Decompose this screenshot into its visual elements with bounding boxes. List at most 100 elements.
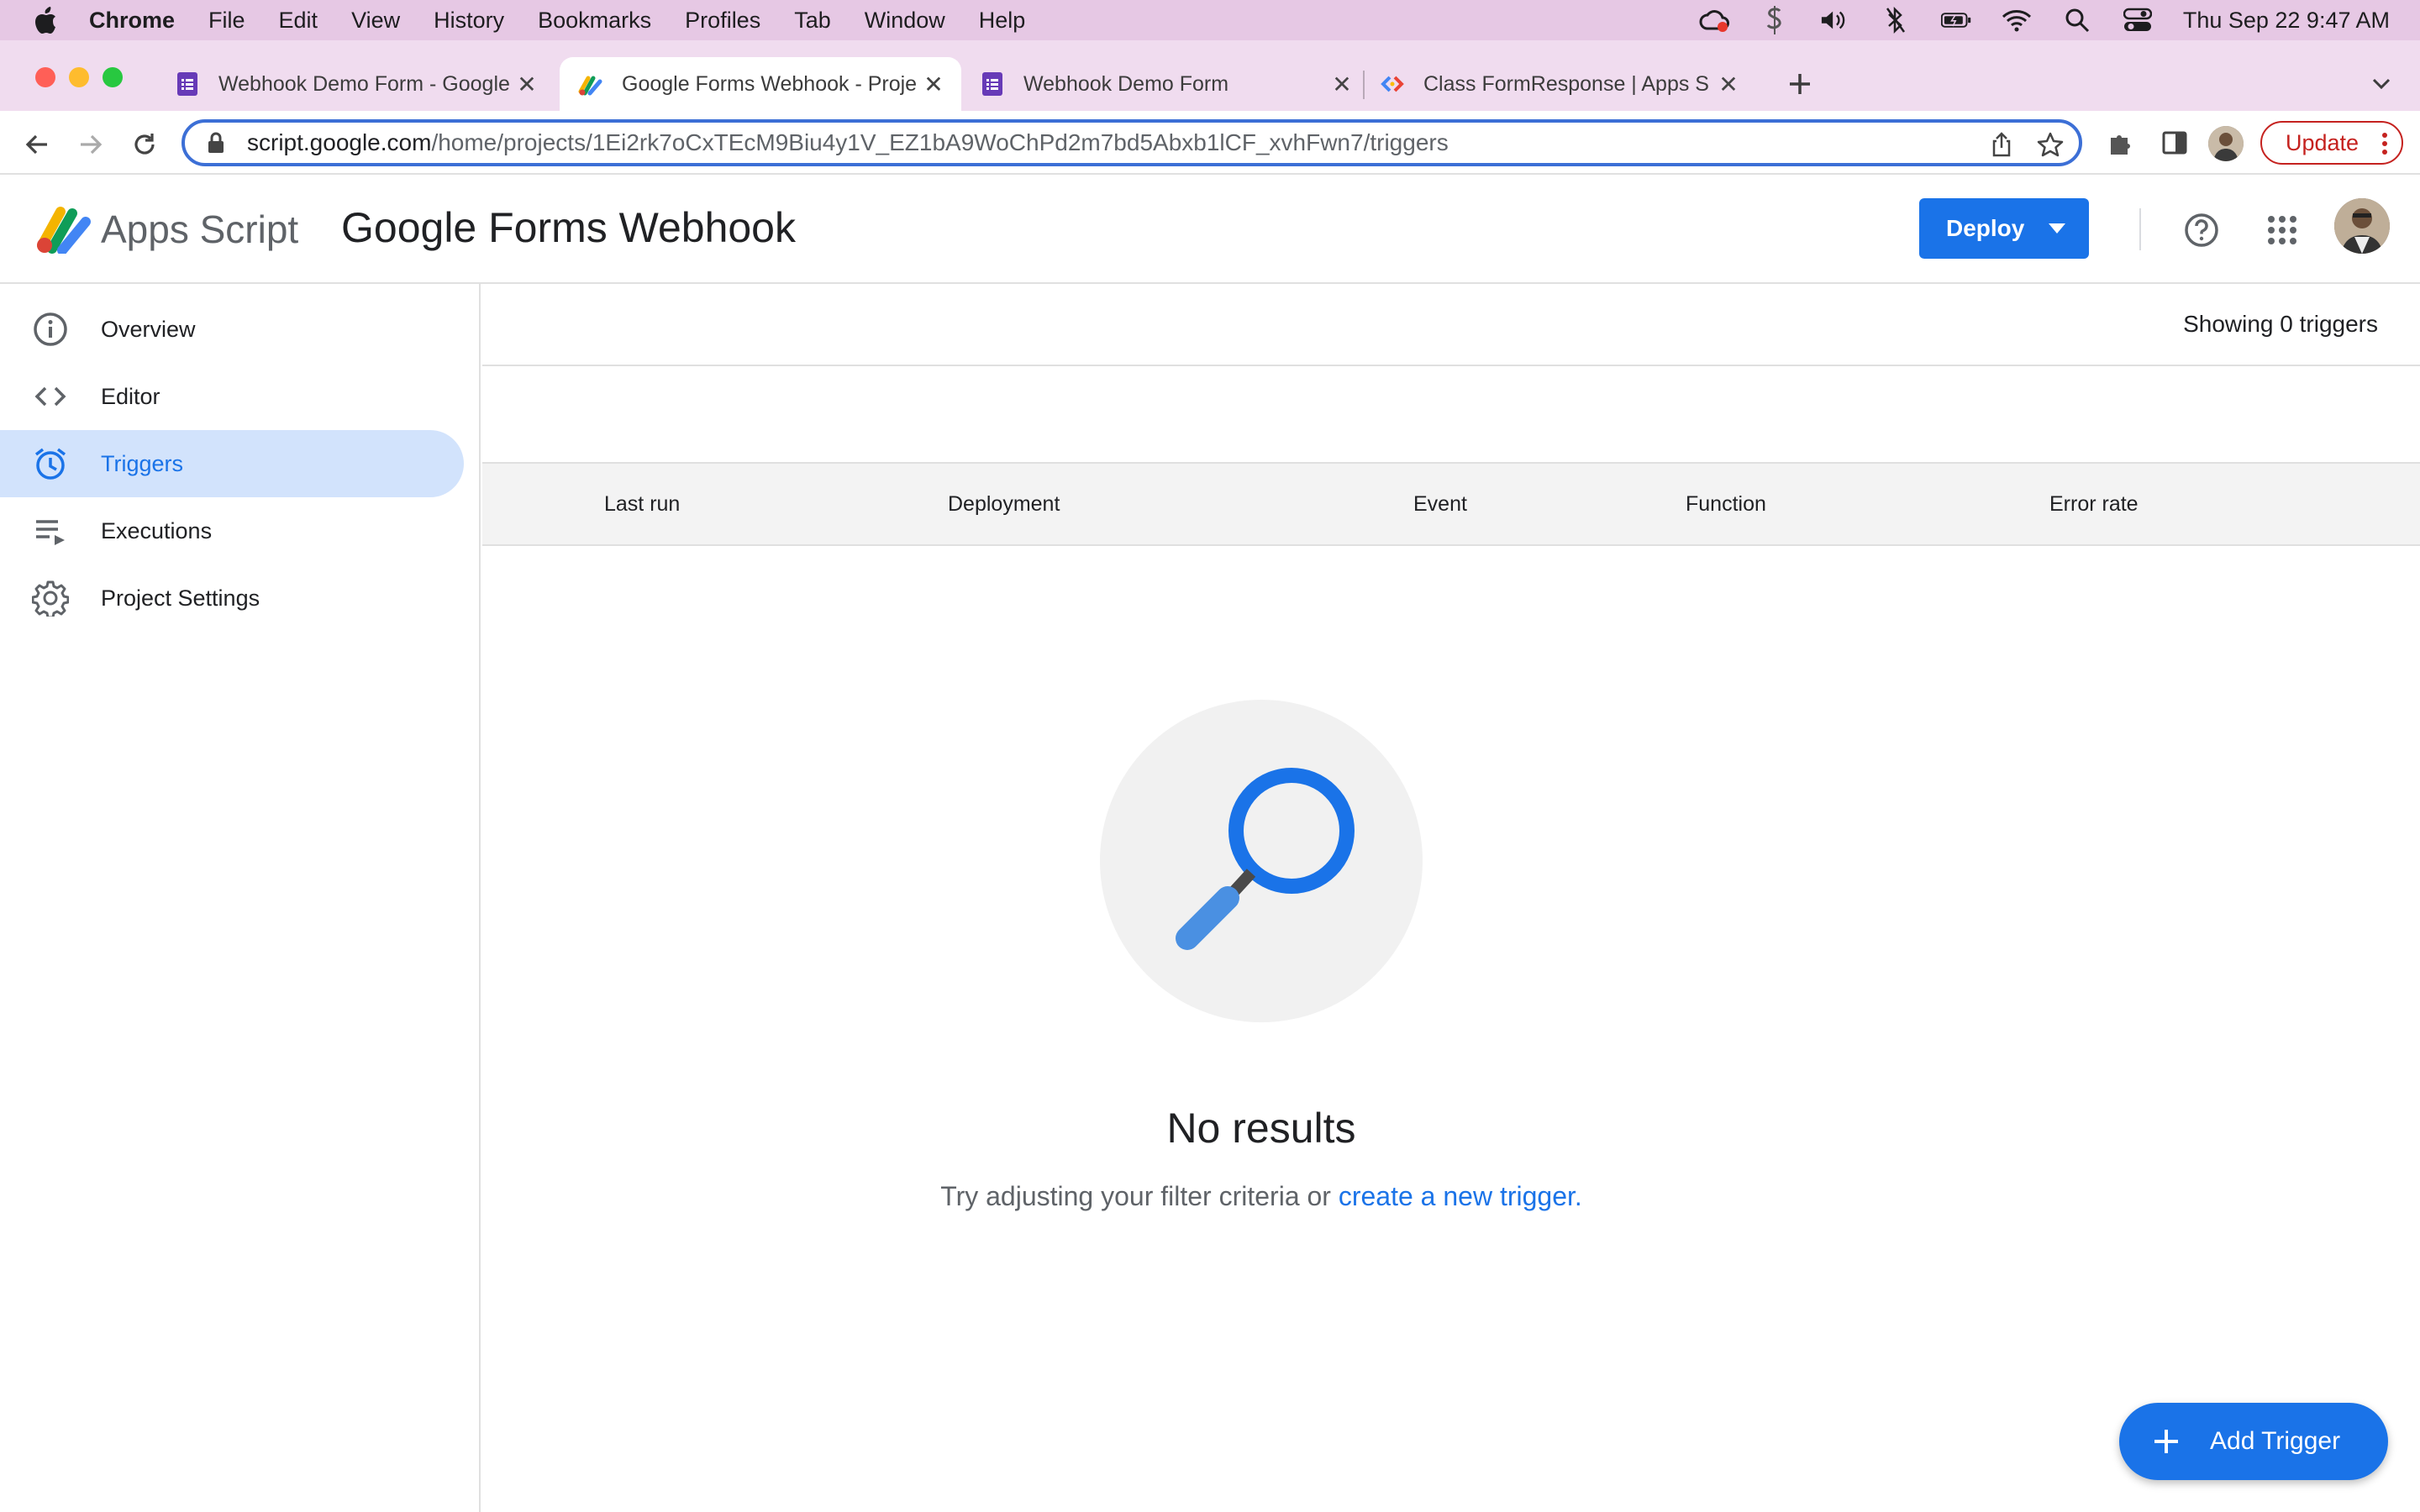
- deploy-button[interactable]: Deploy: [1919, 198, 2089, 259]
- triggers-table-header: Last run Deployment Event Function Error…: [482, 462, 2420, 546]
- extensions-puzzle-icon[interactable]: [2106, 128, 2136, 158]
- apple-icon[interactable]: [32, 7, 59, 34]
- bookmark-star-icon[interactable]: [2037, 131, 2064, 158]
- app-header: Apps Script Google Forms Webhook Deploy: [0, 175, 2420, 284]
- deploy-label: Deploy: [1946, 215, 2025, 241]
- column-header-last-run[interactable]: Last run: [604, 492, 680, 517]
- trigger-count: Showing 0 triggers: [2183, 311, 2378, 337]
- browser-tab-class-formresponse[interactable]: Class FormResponse | Apps S ✕: [1361, 57, 1756, 111]
- window-minimize-button[interactable]: [69, 67, 89, 87]
- spotlight-search-icon[interactable]: [2062, 8, 2092, 33]
- sidebar-nav: Overview Editor Triggers Executions Proj…: [0, 284, 481, 1512]
- tab-search-chevron-icon[interactable]: [2365, 69, 2398, 99]
- chrome-update-button[interactable]: Update: [2260, 121, 2403, 165]
- window-zoom-button[interactable]: [103, 67, 123, 87]
- dropdown-caret-icon[interactable]: [2049, 223, 2065, 234]
- add-trigger-button[interactable]: Add Trigger: [2119, 1403, 2388, 1480]
- reload-icon[interactable]: [128, 128, 161, 161]
- browser-tab-webhook-demo-form[interactable]: Webhook Demo Form ✕: [958, 57, 1370, 111]
- gear-icon: [32, 580, 69, 617]
- browser-tab-google-forms-webhook[interactable]: Google Forms Webhook - Proje ✕: [560, 57, 961, 111]
- back-arrow-icon[interactable]: [20, 128, 54, 161]
- volume-icon[interactable]: [1820, 8, 1850, 33]
- menu-view[interactable]: View: [351, 8, 400, 34]
- menu-history[interactable]: History: [434, 8, 504, 34]
- menu-profiles[interactable]: Profiles: [685, 8, 760, 34]
- google-apps-grid-icon[interactable]: [2264, 212, 2301, 249]
- info-icon: [32, 311, 69, 348]
- project-title[interactable]: Google Forms Webhook: [341, 203, 796, 252]
- menu-edit[interactable]: Edit: [279, 8, 318, 34]
- sidebar-item-project-settings[interactable]: Project Settings: [0, 564, 464, 632]
- forward-arrow-icon[interactable]: [74, 128, 108, 161]
- more-vert-icon[interactable]: [2381, 131, 2388, 162]
- sidebar-item-triggers[interactable]: Triggers: [0, 430, 464, 497]
- window-close-button[interactable]: [35, 67, 55, 87]
- side-panel-icon[interactable]: [2160, 128, 2190, 158]
- forms-icon: [980, 71, 1005, 97]
- google-developers-icon: [1380, 71, 1405, 97]
- tab-title: Class FormResponse | Apps S: [1423, 71, 1709, 96]
- update-label: Update: [2286, 129, 2360, 155]
- url-text[interactable]: script.google.com/home/projects/1Ei2rk7o…: [247, 129, 1449, 156]
- sidebar-item-executions[interactable]: Executions: [0, 497, 464, 564]
- menu-bookmarks[interactable]: Bookmarks: [538, 8, 651, 34]
- column-header-function[interactable]: Function: [1686, 492, 1766, 517]
- menu-file[interactable]: File: [208, 8, 245, 34]
- close-tab-icon[interactable]: ✕: [1716, 71, 1741, 97]
- sidebar-item-editor[interactable]: Editor: [0, 363, 464, 430]
- column-header-deployment[interactable]: Deployment: [948, 492, 1060, 517]
- apps-script-icon: [578, 71, 603, 97]
- lock-icon[interactable]: [203, 130, 229, 155]
- close-tab-icon[interactable]: ✕: [921, 71, 946, 97]
- tab-title: Webhook Demo Form - Google: [218, 71, 510, 96]
- code-icon: [32, 378, 69, 415]
- app-name[interactable]: Apps Script: [101, 207, 298, 252]
- empty-state-title: No results: [1166, 1105, 1356, 1152]
- menu-help[interactable]: Help: [979, 8, 1026, 34]
- apps-script-logo-icon[interactable]: [35, 203, 92, 255]
- empty-state-illustration: [1100, 700, 1423, 1022]
- sidebar-item-overview[interactable]: Overview: [0, 296, 464, 363]
- account-avatar[interactable]: [2334, 198, 2390, 254]
- close-tab-icon[interactable]: ✕: [1329, 71, 1355, 97]
- tab-title: Webhook Demo Form: [1023, 71, 1229, 96]
- script-s-icon[interactable]: [1760, 6, 1790, 34]
- address-bar[interactable]: script.google.com/home/projects/1Ei2rk7o…: [182, 119, 2082, 166]
- add-trigger-label: Add Trigger: [2210, 1427, 2341, 1455]
- playlist-play-icon: [32, 512, 69, 549]
- triggers-panel: Showing 0 triggers Last run Deployment E…: [482, 284, 2420, 1512]
- sidebar-item-label: Project Settings: [101, 585, 260, 611]
- new-tab-button[interactable]: [1781, 66, 1818, 102]
- tab-title: Google Forms Webhook - Proje: [622, 71, 918, 96]
- url-path: /home/projects/1Ei2rk7oCxTEcM9Biu4y1V_EZ…: [431, 129, 1449, 155]
- control-center-icon[interactable]: [2123, 8, 2153, 33]
- menubar-clock[interactable]: Thu Sep 22 9:47 AM: [2183, 8, 2390, 34]
- header-divider: [2139, 208, 2141, 250]
- browser-toolbar: script.google.com/home/projects/1Ei2rk7o…: [0, 111, 2420, 175]
- menu-tab[interactable]: Tab: [794, 8, 831, 34]
- empty-state-text: Try adjusting your filter criteria or: [940, 1181, 1339, 1211]
- sidebar-item-label: Overview: [101, 316, 196, 342]
- browser-tab-webhook-demo-form-google[interactable]: Webhook Demo Form - Google ✕: [143, 57, 555, 111]
- wifi-icon[interactable]: [2002, 8, 2032, 33]
- battery-icon[interactable]: [1940, 8, 1971, 33]
- menu-window[interactable]: Window: [865, 8, 945, 34]
- url-host: script.google.com: [247, 129, 432, 155]
- close-tab-icon[interactable]: ✕: [514, 71, 539, 97]
- empty-state-message: Try adjusting your filter criteria or cr…: [482, 1181, 2040, 1212]
- column-header-error-rate[interactable]: Error rate: [2049, 492, 2139, 517]
- magnifier-icon: [1176, 768, 1355, 950]
- creative-cloud-icon[interactable]: [1699, 8, 1729, 33]
- bluetooth-off-icon[interactable]: [1881, 7, 1911, 34]
- create-trigger-link[interactable]: create a new trigger.: [1339, 1181, 1582, 1211]
- menu-chrome[interactable]: Chrome: [89, 8, 175, 34]
- trigger-count-bar: Showing 0 triggers: [482, 284, 2420, 366]
- plus-icon: [2149, 1425, 2183, 1458]
- profile-avatar[interactable]: [2208, 126, 2244, 161]
- column-header-event[interactable]: Event: [1413, 492, 1467, 517]
- alarm-clock-icon: [32, 445, 69, 482]
- help-icon[interactable]: [2183, 212, 2220, 249]
- share-icon[interactable]: [1988, 131, 2015, 158]
- forms-icon: [175, 71, 200, 97]
